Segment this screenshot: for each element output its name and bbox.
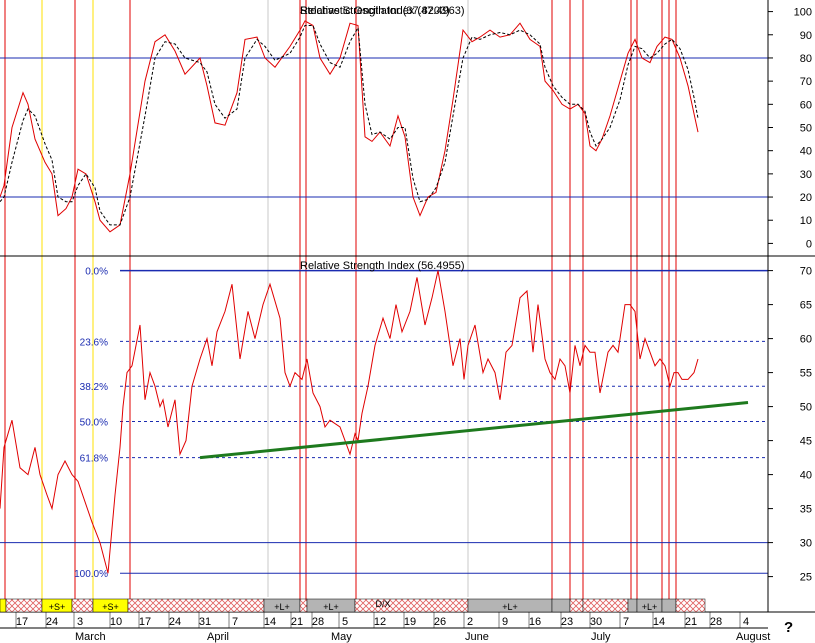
signal-band-label: +S+ — [102, 602, 119, 612]
date-tick-label: 10 — [110, 616, 122, 628]
signal-band-segment — [0, 598, 7, 613]
date-tick-label: 17 — [16, 616, 28, 628]
signal-band-segment — [661, 598, 677, 613]
date-tick-label: 30 — [590, 616, 602, 628]
bottom-axis-label: 45 — [800, 436, 812, 448]
signal-band-segment — [627, 598, 638, 613]
date-tick-label: 21 — [685, 616, 697, 628]
signal-band-segment — [299, 598, 308, 613]
date-tick-label: 31 — [199, 616, 211, 628]
date-tick-label: 16 — [529, 616, 541, 628]
date-tick-label: 21 — [291, 616, 303, 628]
date-tick-label: 24 — [46, 616, 58, 628]
month-label-march: March — [75, 631, 106, 643]
top-axis-label: 90 — [800, 30, 812, 42]
top-axis-label: 30 — [800, 169, 812, 181]
top-axis-label: 50 — [800, 123, 812, 135]
date-tick-label: 23 — [561, 616, 573, 628]
bottom-axis-label: 35 — [800, 504, 812, 516]
bottom-axis-label: 50 — [800, 402, 812, 414]
fib-level-label: 23.6% — [80, 337, 108, 348]
date-tick-label: 14 — [653, 616, 665, 628]
fib-level-label: 38.2% — [80, 382, 108, 393]
date-tick-label: 5 — [342, 616, 348, 628]
top-axis-label: 40 — [800, 146, 812, 158]
bottom-axis-label: 25 — [800, 572, 812, 584]
signal-band-segment — [127, 598, 265, 613]
chart-background — [0, 0, 815, 643]
month-label-july: July — [591, 631, 611, 643]
fib-level-label: 0.0% — [85, 267, 108, 278]
date-tick-label: 28 — [312, 616, 324, 628]
bottom-axis-label: 65 — [800, 300, 812, 312]
fib-level-label: 100.0% — [74, 569, 108, 580]
date-tick-label: 7 — [232, 616, 238, 628]
signal-band-label: D/X — [375, 599, 390, 609]
signal-band-label: +L+ — [274, 602, 290, 612]
month-label-may: May — [331, 631, 352, 643]
date-tick-label: 17 — [139, 616, 151, 628]
signal-band-segment — [71, 598, 94, 613]
top-axis-label: 0 — [806, 238, 812, 250]
signal-band-label: +L+ — [323, 602, 339, 612]
date-tick-label: 14 — [264, 616, 276, 628]
month-label-august: August — [736, 631, 770, 643]
bottom-axis-label: 60 — [800, 334, 812, 346]
date-tick-label: 28 — [710, 616, 722, 628]
top-axis-label: 20 — [800, 192, 812, 204]
help-question-mark[interactable]: ? — [784, 619, 793, 636]
top-title-rsi-overlay: Relative Strength Index (47.4963) — [300, 5, 465, 17]
signal-band-segment — [354, 598, 469, 613]
signal-band-segment — [675, 598, 706, 613]
date-tick-label: 19 — [404, 616, 416, 628]
bottom-axis-label: 55 — [800, 368, 812, 380]
fib-level-label: 61.8% — [80, 454, 108, 465]
date-tick-label: 26 — [434, 616, 446, 628]
signal-band-segment — [569, 598, 584, 613]
signal-band-segment — [582, 598, 629, 613]
fib-level-label: 50.0% — [80, 418, 108, 429]
bottom-axis-label: 30 — [800, 538, 812, 550]
date-tick-label: 2 — [467, 616, 473, 628]
bottom-axis-label: 40 — [800, 470, 812, 482]
top-axis-label: 70 — [800, 76, 812, 88]
top-axis-label: 10 — [800, 215, 812, 227]
top-axis-label: 60 — [800, 99, 812, 111]
top-axis-label: 80 — [800, 53, 812, 65]
date-tick-label: 3 — [77, 616, 83, 628]
signal-band-label: +L+ — [502, 602, 518, 612]
bottom-axis-label: 70 — [800, 266, 812, 278]
chart-canvas: 0.0% 23.6% 38.2% 50.0% 61.8% 100.0% 0 10 20 30 40 5… — [0, 0, 815, 643]
date-tick-label: 7 — [623, 616, 629, 628]
month-label-june: June — [465, 631, 489, 643]
month-label-april: April — [207, 631, 229, 643]
date-tick-label: 12 — [374, 616, 386, 628]
signal-band-label: +S+ — [49, 602, 66, 612]
date-tick-label: 24 — [169, 616, 181, 628]
signal-band-segment — [551, 598, 571, 613]
top-axis-label: 100 — [794, 7, 812, 19]
date-tick-label: 9 — [502, 616, 508, 628]
signal-band-segment — [5, 598, 43, 613]
signal-band-label: +L+ — [642, 602, 658, 612]
date-tick-label: 4 — [743, 616, 749, 628]
bottom-title-rsi: Relative Strength Index (56.4955) — [300, 260, 465, 272]
